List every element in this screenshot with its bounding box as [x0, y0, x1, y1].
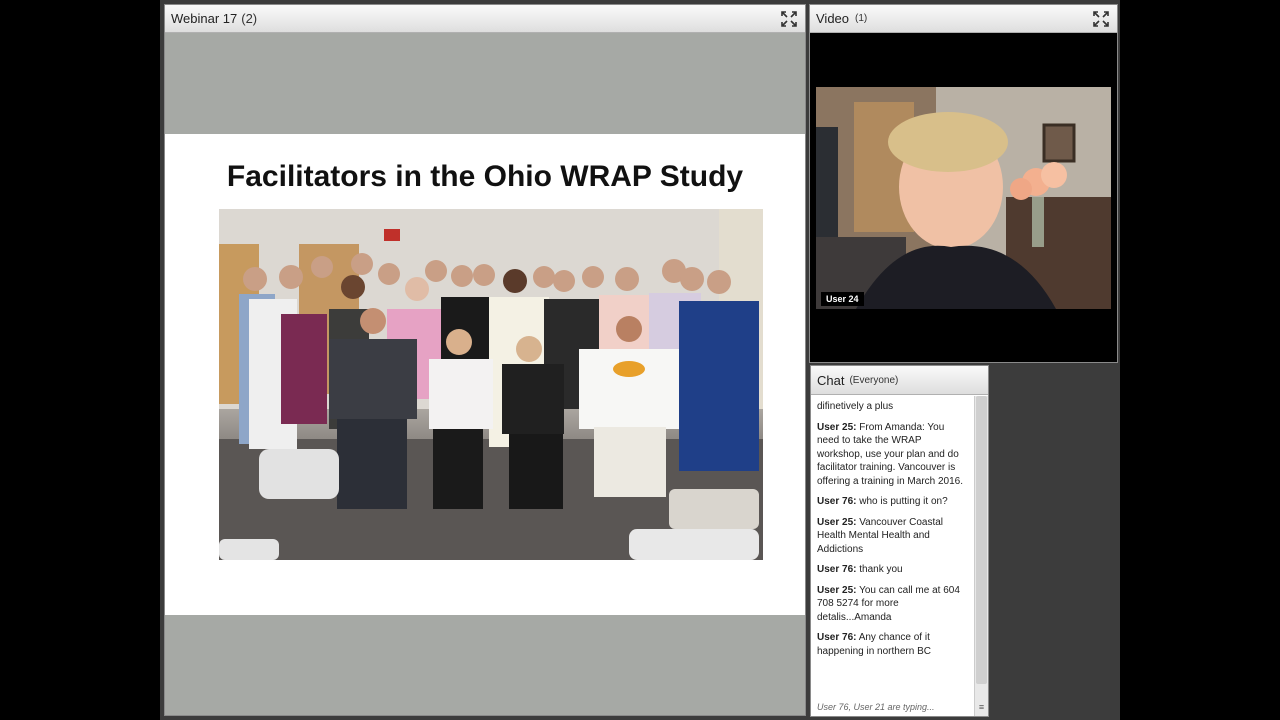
chat-message: User 76: who is putting it on? [817, 495, 968, 509]
video-pod-count: (1) [855, 13, 868, 24]
chat-message: User 25: From Amanda: You need to take t… [817, 421, 968, 489]
chat-scrollbar[interactable] [974, 396, 988, 716]
share-pod: Webinar 17 (2) Facilitators in the Ohio … [164, 4, 806, 716]
fullscreen-icon[interactable] [781, 11, 797, 27]
chat-message: User 25: You can call me at 604 708 5274… [817, 584, 968, 625]
chat-text: who is putting it on? [859, 496, 948, 507]
chat-menu-icon[interactable]: ≡ [977, 701, 986, 713]
meeting-window: Webinar 17 (2) Facilitators in the Ohio … [160, 0, 1120, 720]
chat-sender: User 76: [817, 632, 857, 643]
chat-message: User 76: thank you [817, 563, 968, 577]
chat-pod: Chat (Everyone) difinetively a plus User… [810, 365, 989, 717]
fullscreen-icon[interactable] [1093, 11, 1109, 27]
chat-sender: User 76: [817, 496, 857, 507]
video-pod-title: Video [816, 11, 850, 26]
video-pod-header: Video (1) [810, 5, 1117, 33]
chat-message: User 25: Vancouver Coastal Health Mental… [817, 516, 968, 557]
typing-indicator: User 76, User 21 are typing... [817, 702, 935, 712]
chat-pod-title: Chat [817, 372, 845, 388]
chat-sender: User 76: [817, 564, 857, 575]
chat-scope[interactable]: (Everyone) [849, 375, 898, 386]
speaker-name-label: User 24 [821, 292, 864, 306]
share-pod-count: (2) [241, 11, 258, 26]
chat-message: User 76: Any chance of it happening in n… [817, 631, 968, 658]
group-photo [219, 209, 763, 560]
share-pod-header: Webinar 17 (2) [165, 5, 805, 33]
chat-text: thank you [859, 564, 903, 575]
webcam-feed: User 24 [816, 87, 1111, 309]
chat-sender: User 25: [817, 516, 857, 528]
chat-pod-header: Chat (Everyone) [811, 366, 988, 395]
chat-message-list: difinetively a plus User 25: From Amanda… [811, 396, 974, 686]
chat-sender: User 25: [817, 584, 857, 596]
share-pod-title: Webinar 17 [171, 11, 238, 26]
video-pod: Video (1) User 24 [809, 4, 1118, 363]
chat-text: difinetively a plus [817, 401, 894, 412]
scroll-thumb[interactable] [976, 396, 987, 684]
chat-sender: User 25: [817, 421, 857, 433]
slide-title: Facilitators in the Ohio WRAP Study [226, 160, 744, 193]
chat-message: difinetively a plus [817, 400, 968, 414]
presentation-slide: Facilitators in the Ohio WRAP Study [165, 134, 805, 615]
